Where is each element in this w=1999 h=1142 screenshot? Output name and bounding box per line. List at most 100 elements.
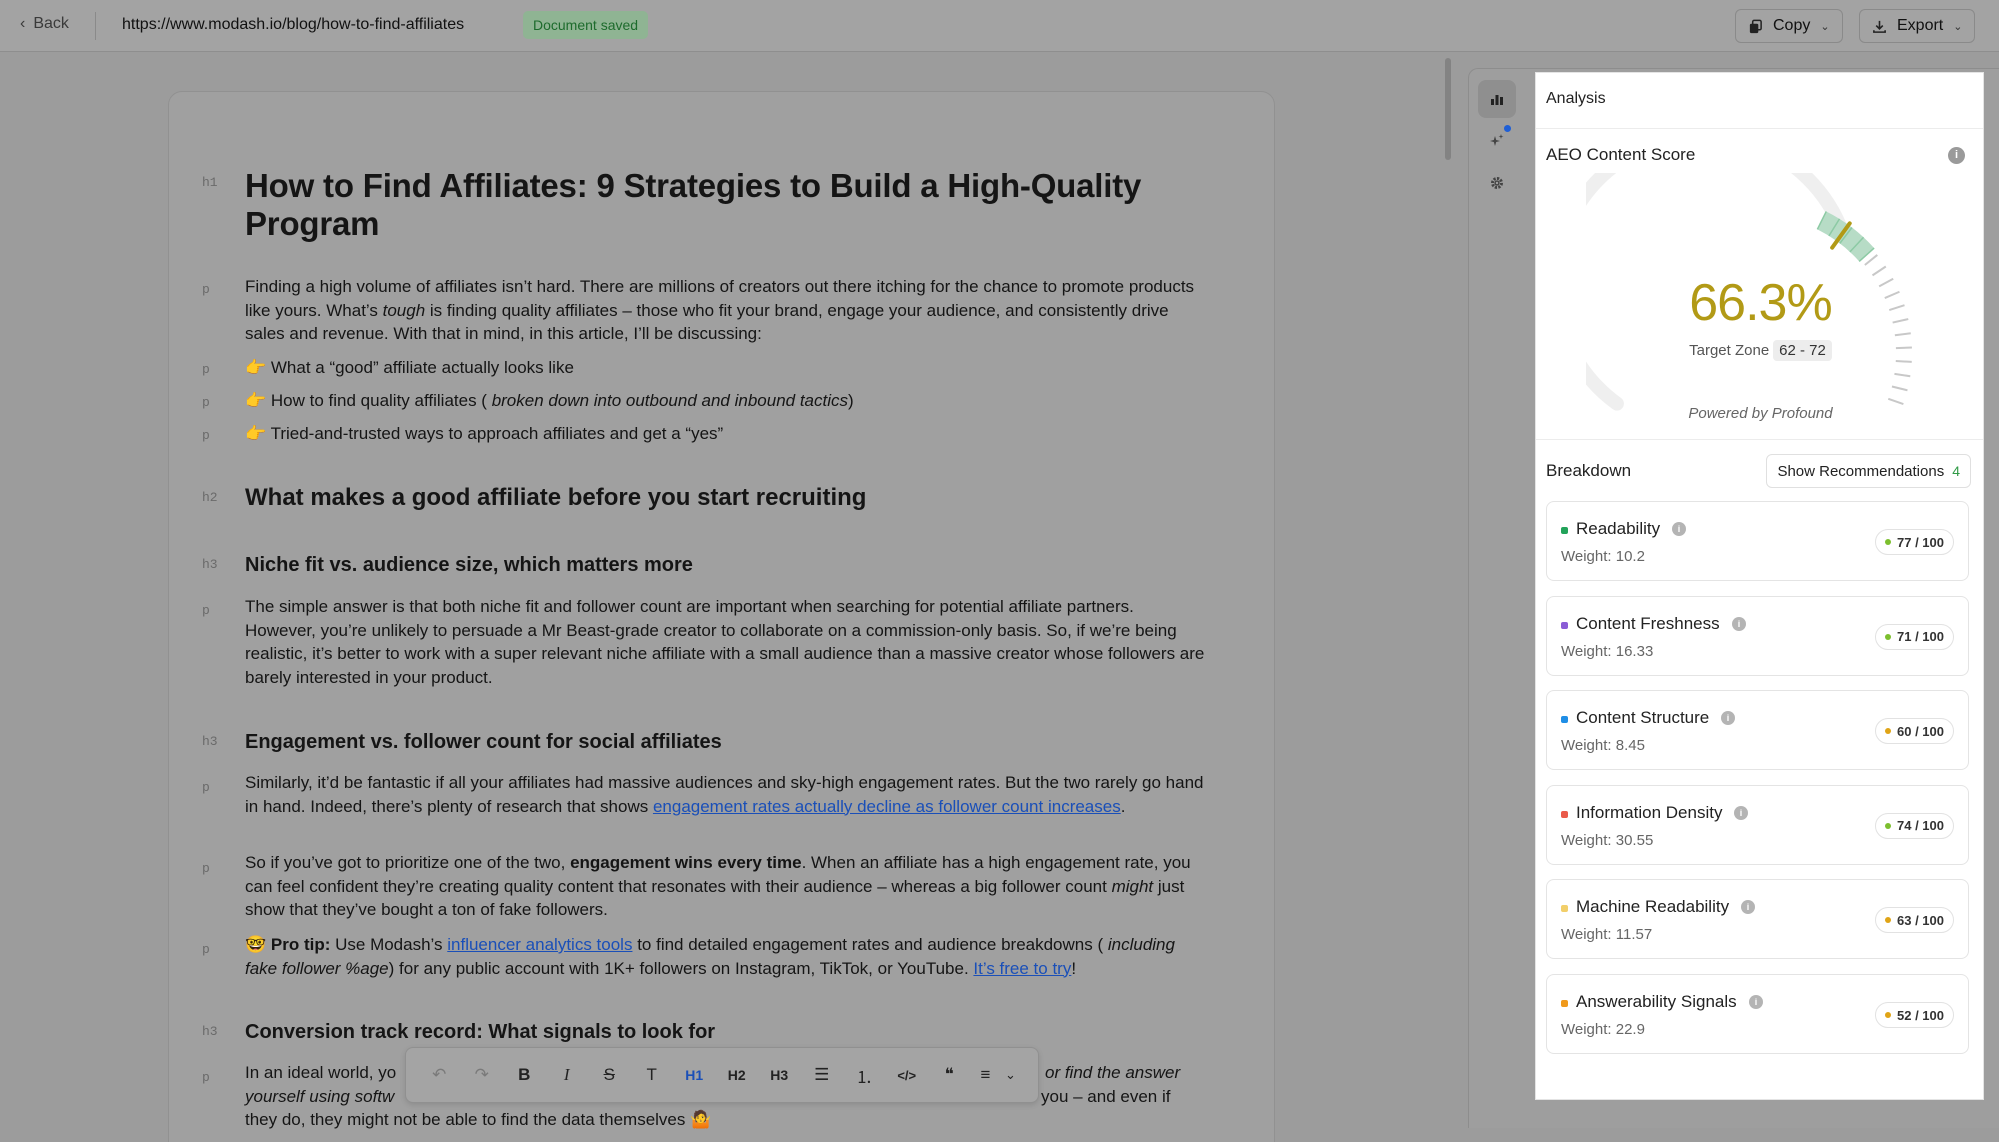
heading-recruiting[interactable]: What makes a good affiliate before you s… (245, 483, 1205, 513)
metric-card[interactable]: Content Freshness i Weight: 16.33 71 / 100 (1546, 595, 1969, 676)
info-icon[interactable]: i (1741, 900, 1755, 915)
link-engagement-research[interactable]: engagement rates actually decline as fol… (653, 797, 1121, 816)
metric-name: Information Density (1576, 802, 1723, 822)
heading2-button[interactable]: H2 (716, 1067, 759, 1083)
info-icon[interactable]: i (1749, 995, 1763, 1009)
block-tag-p: p (202, 942, 210, 957)
text-run-italic: tough (382, 300, 426, 320)
bold-button[interactable]: B (503, 1065, 546, 1085)
italic-button[interactable]: I (546, 1065, 589, 1085)
ai-assist-tab[interactable] (1478, 122, 1516, 160)
list-item[interactable]: 👉 How to find quality affiliates ( broke… (245, 389, 1205, 412)
metric-card[interactable]: Machine Readability i Weight: 11.57 63 / 10… (1546, 879, 1969, 960)
metric-card[interactable]: Answerability Signals i Weight: 22.9 52 / 1… (1546, 974, 1969, 1054)
block-tag-h3: h3 (202, 1024, 218, 1039)
download-icon (1873, 20, 1886, 33)
text-run-bold: Pro tip: (270, 935, 331, 954)
align-icon[interactable]: ≡ (971, 1065, 1001, 1085)
code-icon[interactable]: </> (886, 1068, 929, 1083)
text-run: ! (1071, 958, 1077, 978)
heading-conversion[interactable]: Conversion track record: What signals to… (245, 1019, 1205, 1045)
chevron-left-icon: ‹ (20, 15, 26, 32)
text-run: you – and even if (1041, 1086, 1171, 1106)
chevron-down-icon[interactable]: ⌄ (1001, 1067, 1021, 1083)
copy-button[interactable]: Copy ⌄ (1735, 9, 1843, 43)
settings-tab[interactable] (1478, 164, 1516, 202)
metric-weight: Weight: 10.2 (1561, 548, 1645, 565)
powered-by: Powered by Profound (1688, 405, 1833, 422)
metric-color-dot (1561, 716, 1568, 724)
format-toolbar: ↶ ↷ B I S T H1 H2 H3 ☰ ⒈ </> ❝ ≡ ⌄ (405, 1047, 1039, 1103)
gauge-tick (1894, 332, 1911, 337)
info-icon[interactable]: i (1732, 616, 1746, 631)
redo-icon[interactable]: ↷ (461, 1065, 504, 1085)
list-item[interactable]: 👉 Tried-and-trusted ways to approach aff… (245, 422, 1205, 445)
top-bar: ‹ Back https://www.modash.io/blog/how-to… (0, 0, 1999, 52)
breakdown-title: Breakdown (1546, 461, 1632, 480)
text-run-italic: might (1111, 876, 1154, 896)
block-tag-h3: h3 (202, 557, 218, 572)
gauge-tick (1864, 254, 1878, 266)
export-button[interactable]: Export ⌄ (1859, 9, 1976, 43)
block-tag-p: p (202, 395, 210, 410)
info-icon[interactable]: i (1948, 147, 1965, 164)
link-analytics-tools[interactable]: influencer analytics tools (447, 935, 632, 954)
info-icon[interactable]: i (1672, 522, 1686, 536)
analysis-tab[interactable] (1478, 80, 1516, 118)
copy-label: Copy (1773, 17, 1811, 34)
paragraph-intro[interactable]: Finding a high volume of affiliates isn’… (245, 275, 1205, 346)
paragraph-niche[interactable]: The simple answer is that both niche fit… (245, 595, 1205, 689)
text-style-button[interactable]: T (631, 1065, 674, 1085)
metric-score-badge: 63 / 100 (1875, 907, 1954, 934)
block-tag-p: p (202, 1070, 210, 1085)
heading3-button[interactable]: H3 (758, 1067, 801, 1083)
document-title[interactable]: How to Find Affiliates: 9 Strategies to … (245, 167, 1205, 243)
gear-icon (1491, 177, 1503, 189)
paragraph-engagement[interactable]: Similarly, it’d be fantastic if all your… (245, 771, 1205, 818)
metric-score-badge: 74 / 100 (1875, 812, 1954, 839)
metric-card[interactable]: Information Density i Weight: 30.55 74 / 10… (1546, 784, 1969, 865)
score-title: AEO Content Score (1546, 145, 1696, 164)
sparkle-icon (1490, 134, 1504, 146)
text-run-italic: or find the answer (1045, 1063, 1181, 1082)
text-run: Use Modash’s (330, 935, 448, 954)
heading-niche[interactable]: Niche fit vs. audience size, which matte… (245, 552, 1205, 578)
nerd-emoji-icon: 🤓 (245, 935, 271, 954)
bullet-list-icon[interactable]: ☰ (801, 1065, 844, 1085)
metric-score: 77 / 100 (1897, 534, 1944, 550)
export-label: Export (1897, 17, 1944, 34)
text-run-italic: broken down into outbound and inbound ta… (491, 391, 849, 410)
metric-score: 71 / 100 (1897, 629, 1944, 645)
numbered-list-icon[interactable]: ⒈ (843, 1063, 886, 1088)
metric-card[interactable]: Readability i Weight: 10.2 77 / 100 (1546, 501, 1969, 581)
text-run: In an ideal world, yo (245, 1063, 397, 1082)
info-icon[interactable]: i (1734, 805, 1748, 820)
list-item[interactable]: 👉 What a “good” affiliate actually looks… (245, 356, 1205, 379)
metric-score: 63 / 100 (1897, 912, 1944, 928)
heading1-button[interactable]: H1 (673, 1067, 716, 1083)
paragraph-pro-tip[interactable]: 🤓 Pro tip: Use Modash’s influencer analy… (245, 933, 1205, 980)
block-tag-p: p (202, 282, 210, 297)
show-recommendations-button[interactable]: Show Recommendations 4 (1766, 454, 1971, 488)
metric-name: Readability (1576, 519, 1661, 538)
strikethrough-button[interactable]: S (588, 1065, 631, 1085)
block-tag-h1: h1 (202, 175, 218, 190)
score-status-dot (1885, 822, 1891, 829)
link-free-trial[interactable]: It’s free to try (973, 959, 1071, 978)
analysis-panel: Analysis AEO Content Score i 66.3% Targe… (1535, 72, 1984, 1100)
info-icon[interactable]: i (1721, 711, 1735, 726)
quote-icon[interactable]: ❝ (928, 1065, 971, 1085)
metric-card[interactable]: Content Structure i Weight: 8.45 60 / 100 (1546, 690, 1969, 771)
metric-color-dot (1561, 810, 1568, 818)
divider (1536, 439, 1983, 440)
undo-icon[interactable]: ↶ (418, 1065, 461, 1085)
score-status-dot (1885, 728, 1891, 735)
block-tag-h3: h3 (202, 734, 218, 749)
paragraph-priority[interactable]: So if you’ve got to prioritize one of th… (245, 851, 1205, 922)
editor-scrollbar[interactable] (1445, 58, 1451, 160)
block-tag-p: p (202, 603, 210, 618)
back-label: Back (33, 15, 69, 32)
metric-name: Content Freshness (1576, 613, 1720, 633)
heading-engagement[interactable]: Engagement vs. follower count for social… (245, 729, 1205, 755)
back-button[interactable]: ‹ Back (20, 15, 69, 33)
